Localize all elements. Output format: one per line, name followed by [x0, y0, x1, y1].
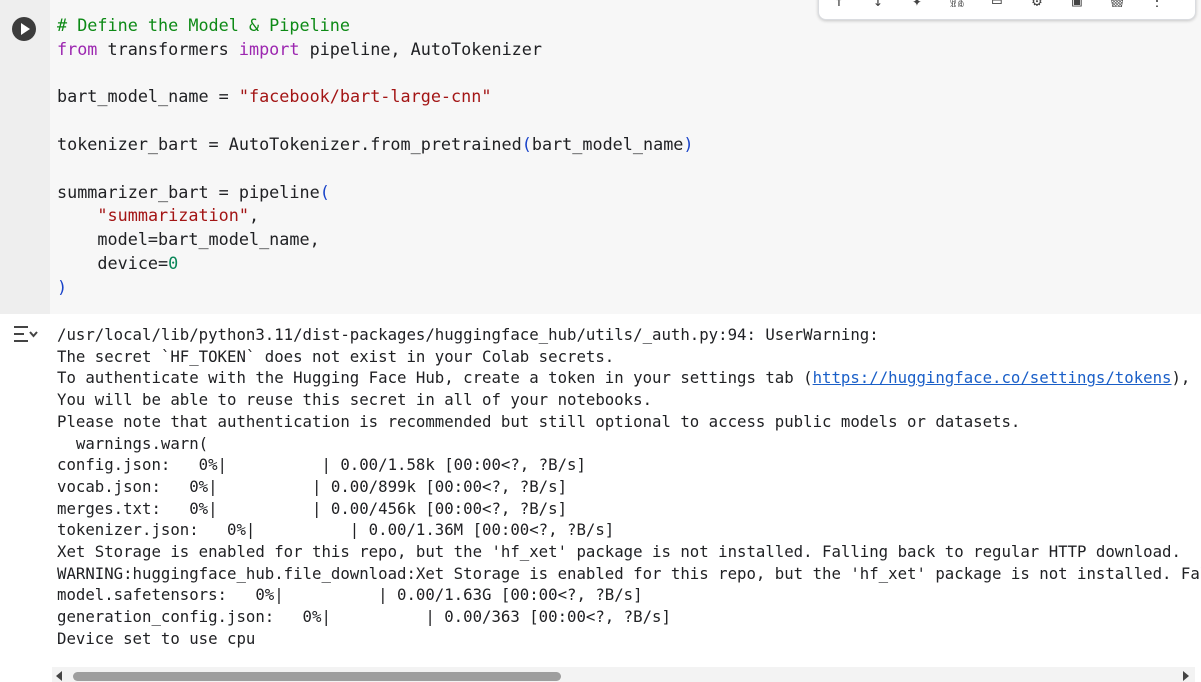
link-icon[interactable]: ⛓: [947, 0, 967, 7]
comment-icon[interactable]: ▭: [987, 0, 1007, 7]
cell-output: /usr/local/lib/python3.11/dist-packages/…: [57, 324, 1201, 650]
output-line: ), set it as secret in your Google Colab…: [1171, 368, 1201, 388]
scroll-right-arrow-icon[interactable]: [1183, 671, 1189, 681]
output-line: warnings.warn(: [57, 433, 209, 453]
code-pipeline-call: summarizer_bart = pipeline: [57, 181, 320, 202]
arrow-up-icon[interactable]: ↑: [829, 0, 849, 7]
code-text[interactable]: # Define the Model & Pipeline from trans…: [57, 14, 694, 300]
output-toggle-icon[interactable]: [12, 323, 38, 345]
code-string-task: "summarization": [97, 205, 249, 226]
more-vert-icon[interactable]: ⋮: [1147, 0, 1167, 7]
code-assign-model-name: bart_model_name =: [57, 86, 239, 107]
mirror-cell-icon[interactable]: ▣: [1067, 0, 1087, 7]
cell-gutter: [0, 0, 50, 314]
run-cell-button[interactable]: [12, 17, 36, 41]
code-string-model: "facebook/bart-large-cnn": [238, 86, 492, 107]
scrollbar-thumb[interactable]: [73, 672, 561, 681]
code-number: 0: [168, 252, 179, 273]
code-paren: ): [57, 276, 68, 297]
sparkle-icon[interactable]: ✦: [907, 0, 927, 7]
progress-line: model.safetensors: 0%| | 0.00/1.63G [00:…: [57, 585, 643, 605]
code-device-kwarg: device=: [57, 252, 169, 273]
code-paren: (: [521, 133, 532, 154]
output-line: Please note that authentication is recom…: [57, 411, 1021, 431]
code-arg: bart_model_name: [531, 133, 684, 154]
output-line: WARNING:huggingface_hub.file_download:Xe…: [57, 563, 1201, 583]
gear-icon[interactable]: ⚙: [1027, 0, 1047, 7]
settings-tokens-link[interactable]: https://huggingface.co/settings/tokens: [813, 368, 1172, 387]
code-module: transformers: [97, 38, 239, 59]
code-import-names: pipeline, AutoTokenizer: [299, 38, 542, 59]
keyword-from: from: [57, 38, 98, 59]
progress-line: config.json: 0%| | 0.00/1.58k [00:00<?, …: [57, 455, 586, 475]
code-paren: ): [683, 133, 694, 154]
delete-icon[interactable]: 🗑: [1107, 0, 1127, 7]
code-tokenizer-call: tokenizer_bart = AutoTokenizer.from_pret…: [57, 133, 522, 154]
code-paren: (: [319, 181, 330, 202]
output-line: /usr/local/lib/python3.11/dist-packages/…: [57, 325, 879, 344]
progress-line: merges.txt: 0%| | 0.00/456k [00:00<?, ?B…: [57, 498, 568, 518]
output-line: Device set to use cpu: [57, 628, 256, 648]
cell-toolbar: ↑ ↓ ✦ ⛓ ▭ ⚙ ▣ 🗑 ⋮: [818, 0, 1196, 20]
keyword-import: import: [238, 38, 300, 59]
output-line: The secret `HF_TOKEN` does not exist in …: [57, 346, 615, 366]
scroll-left-arrow-icon[interactable]: [56, 671, 62, 681]
progress-line: generation_config.json: 0%| | 0.00/363 […: [57, 607, 671, 627]
code-model-kwarg: model=bart_model_name,: [57, 229, 320, 250]
output-line: You will be able to reuse this secret in…: [57, 390, 653, 410]
arrow-down-icon[interactable]: ↓: [868, 0, 888, 7]
notebook-code-cell: ↑ ↓ ✦ ⛓ ▭ ⚙ ▣ 🗑 ⋮ # Define the Model & P…: [0, 0, 1201, 682]
output-line: Xet Storage is enabled for this repo, bu…: [57, 542, 1181, 562]
output-line: To authenticate with the Hugging Face Hu…: [57, 368, 813, 388]
code-comment: # Define the Model & Pipeline: [57, 15, 350, 35]
progress-line: vocab.json: 0%| | 0.00/899k [00:00<?, ?B…: [57, 476, 568, 496]
progress-line: tokenizer.json: 0%| | 0.00/1.36M [00:00<…: [57, 520, 615, 540]
code-comma: ,: [248, 205, 260, 226]
